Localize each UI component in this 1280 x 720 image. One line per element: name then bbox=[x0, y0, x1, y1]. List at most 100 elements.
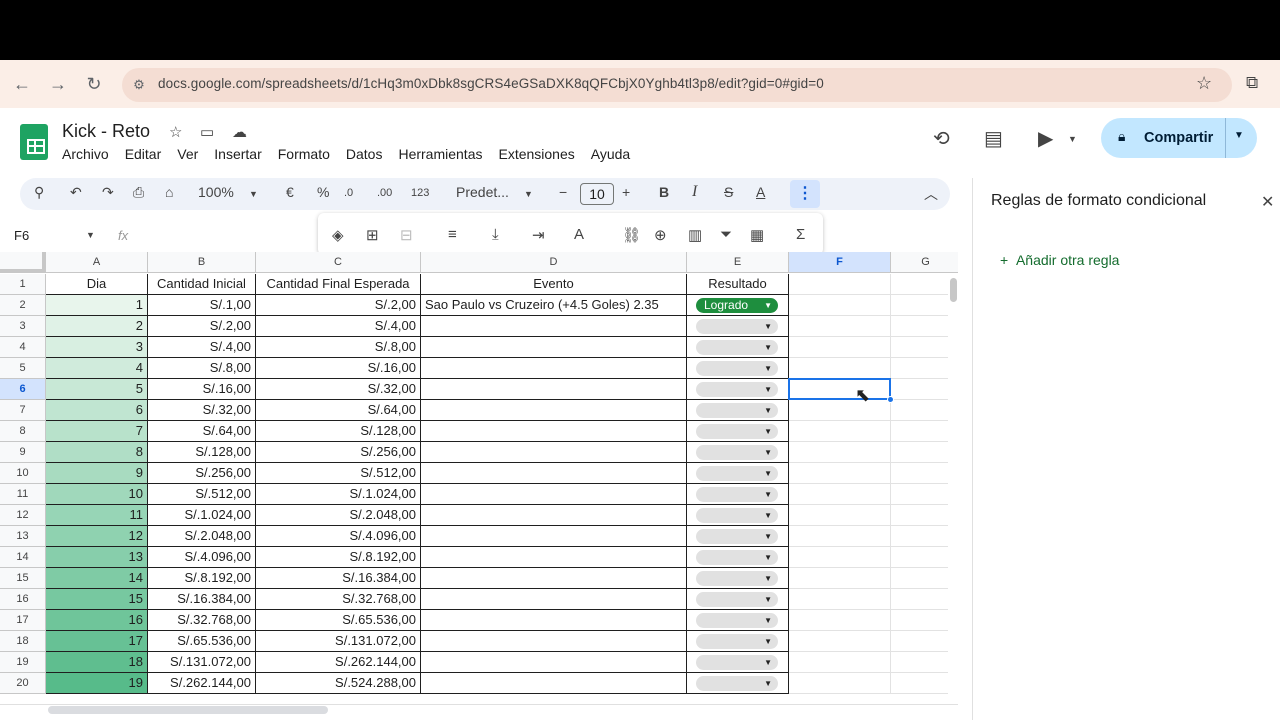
resultado-dropdown-chip[interactable]: ▼ bbox=[696, 655, 778, 670]
chip-label[interactable]: Logrado bbox=[704, 298, 748, 312]
empty-cell[interactable] bbox=[789, 652, 891, 673]
resultado-dropdown-chip[interactable]: ▼ bbox=[696, 361, 778, 376]
dropdown-caret-icon[interactable]: ▼ bbox=[764, 550, 772, 565]
evento-cell[interactable] bbox=[421, 631, 687, 652]
row-header[interactable]: 5 bbox=[0, 358, 46, 379]
cantidad-final-cell[interactable]: S/.1.024,00 bbox=[256, 484, 421, 505]
text-rotation-icon[interactable]: A bbox=[574, 226, 584, 243]
cantidad-final-cell[interactable]: S/.65.536,00 bbox=[256, 610, 421, 631]
share-label[interactable]: Compartir bbox=[1144, 130, 1213, 146]
resultado-dropdown-chip[interactable]: Logrado ▼ bbox=[696, 298, 778, 313]
cantidad-inicial-cell[interactable]: S/.32.768,00 bbox=[148, 610, 256, 631]
borders-icon[interactable]: ⊞ bbox=[366, 226, 379, 244]
search-icon[interactable]: ⚲ bbox=[34, 184, 44, 201]
cantidad-final-cell[interactable]: S/.64,00 bbox=[256, 400, 421, 421]
row-header[interactable]: 14 bbox=[0, 547, 46, 568]
cantidad-final-cell[interactable]: S/.512,00 bbox=[256, 463, 421, 484]
forward-icon[interactable]: → bbox=[46, 72, 70, 96]
menu-archivo[interactable]: Archivo bbox=[62, 146, 109, 162]
text-color-button[interactable]: A bbox=[756, 184, 765, 200]
bold-button[interactable]: B bbox=[659, 184, 669, 200]
cantidad-inicial-cell[interactable]: S/.131.072,00 bbox=[148, 652, 256, 673]
column-header-g[interactable]: G bbox=[891, 252, 958, 273]
meet-icon[interactable]: ▶ bbox=[1038, 126, 1053, 151]
empty-cell[interactable] bbox=[789, 505, 891, 526]
evento-cell[interactable] bbox=[421, 526, 687, 547]
resultado-dropdown-chip[interactable]: ▼ bbox=[696, 634, 778, 649]
name-box-caret-icon[interactable]: ▼ bbox=[86, 230, 95, 240]
dia-cell[interactable]: 19 bbox=[46, 673, 148, 694]
collapse-toolbar-icon[interactable]: ︿ bbox=[924, 184, 938, 204]
row-header[interactable]: 17 bbox=[0, 610, 46, 631]
empty-cell[interactable] bbox=[789, 484, 891, 505]
row-header[interactable]: 15 bbox=[0, 568, 46, 589]
resultado-dropdown-chip[interactable]: ▼ bbox=[696, 424, 778, 439]
url-text[interactable]: docs.google.com/spreadsheets/d/1cHq3m0xD… bbox=[158, 76, 824, 91]
cantidad-final-cell[interactable]: S/.8,00 bbox=[256, 337, 421, 358]
resultado-dropdown-chip[interactable]: ▼ bbox=[696, 382, 778, 397]
resultado-dropdown-chip[interactable]: ▼ bbox=[696, 676, 778, 691]
cantidad-inicial-cell[interactable]: S/.2,00 bbox=[148, 316, 256, 337]
resultado-dropdown-chip[interactable]: ▼ bbox=[696, 508, 778, 523]
cantidad-inicial-cell[interactable]: S/.16,00 bbox=[148, 379, 256, 400]
align-horizontal-icon[interactable]: ≡ bbox=[448, 226, 457, 243]
evento-cell[interactable] bbox=[421, 358, 687, 379]
select-all-corner[interactable] bbox=[0, 252, 46, 273]
evento-cell[interactable] bbox=[421, 505, 687, 526]
cantidad-final-cell[interactable]: S/.4.096,00 bbox=[256, 526, 421, 547]
cantidad-final-cell[interactable]: S/.16,00 bbox=[256, 358, 421, 379]
zoom-select[interactable]: 100% bbox=[198, 184, 234, 200]
empty-cell[interactable] bbox=[789, 568, 891, 589]
resultado-dropdown-chip[interactable]: ▼ bbox=[696, 613, 778, 628]
resultado-dropdown-chip[interactable]: ▼ bbox=[696, 529, 778, 544]
fill-handle[interactable] bbox=[887, 396, 894, 403]
empty-cell[interactable] bbox=[789, 610, 891, 631]
comments-icon[interactable]: ▤ bbox=[984, 126, 1003, 151]
row-header[interactable]: 4 bbox=[0, 337, 46, 358]
header-cell[interactable]: Dia bbox=[46, 274, 148, 295]
dropdown-caret-icon[interactable]: ▼ bbox=[764, 508, 772, 523]
row-header[interactable]: 7 bbox=[0, 400, 46, 421]
empty-cell[interactable] bbox=[789, 547, 891, 568]
menu-ayuda[interactable]: Ayuda bbox=[591, 146, 630, 162]
resultado-dropdown-chip[interactable]: ▼ bbox=[696, 340, 778, 355]
cantidad-final-cell[interactable]: S/.256,00 bbox=[256, 442, 421, 463]
vertical-scroll-thumb[interactable] bbox=[950, 278, 957, 302]
font-size-decrease-icon[interactable]: − bbox=[559, 184, 567, 200]
dia-cell[interactable]: 4 bbox=[46, 358, 148, 379]
insert-comment-icon[interactable]: ⊕ bbox=[654, 226, 667, 244]
column-header-d[interactable]: D bbox=[421, 252, 687, 273]
dia-cell[interactable]: 9 bbox=[46, 463, 148, 484]
cantidad-inicial-cell[interactable]: S/.256,00 bbox=[148, 463, 256, 484]
evento-cell[interactable] bbox=[421, 421, 687, 442]
name-box[interactable]: F6 bbox=[14, 228, 29, 243]
cantidad-inicial-cell[interactable]: S/.128,00 bbox=[148, 442, 256, 463]
font-caret-icon[interactable]: ▼ bbox=[524, 189, 533, 199]
empty-cell[interactable] bbox=[789, 631, 891, 652]
cantidad-inicial-cell[interactable]: S/.32,00 bbox=[148, 400, 256, 421]
cantidad-inicial-cell[interactable]: S/.8.192,00 bbox=[148, 568, 256, 589]
dia-cell[interactable]: 18 bbox=[46, 652, 148, 673]
evento-cell[interactable] bbox=[421, 463, 687, 484]
add-rule-button[interactable]: + Añadir otra regla bbox=[1000, 252, 1119, 268]
cantidad-final-cell[interactable]: S/.2,00 bbox=[256, 295, 421, 316]
dropdown-caret-icon[interactable]: ▼ bbox=[764, 361, 772, 376]
doc-title[interactable]: Kick - Reto bbox=[62, 121, 150, 142]
empty-cell[interactable] bbox=[789, 526, 891, 547]
dropdown-caret-icon[interactable]: ▼ bbox=[764, 613, 772, 628]
dropdown-caret-icon[interactable]: ▼ bbox=[764, 319, 772, 334]
row-header[interactable]: 6 bbox=[0, 379, 46, 400]
site-info-icon[interactable]: ⚙ bbox=[130, 76, 148, 94]
reload-icon[interactable]: ↻ bbox=[82, 72, 106, 96]
empty-cell[interactable] bbox=[789, 316, 891, 337]
evento-cell[interactable] bbox=[421, 484, 687, 505]
selected-cell-outline[interactable] bbox=[788, 378, 891, 400]
vertical-scrollbar[interactable] bbox=[948, 274, 958, 704]
cantidad-inicial-cell[interactable]: S/.65.536,00 bbox=[148, 631, 256, 652]
row-header[interactable]: 3 bbox=[0, 316, 46, 337]
cantidad-inicial-cell[interactable]: S/.1,00 bbox=[148, 295, 256, 316]
column-header-c[interactable]: C bbox=[256, 252, 421, 273]
resultado-dropdown-chip[interactable]: ▼ bbox=[696, 403, 778, 418]
row-header[interactable]: 11 bbox=[0, 484, 46, 505]
cantidad-final-cell[interactable]: S/.4,00 bbox=[256, 316, 421, 337]
